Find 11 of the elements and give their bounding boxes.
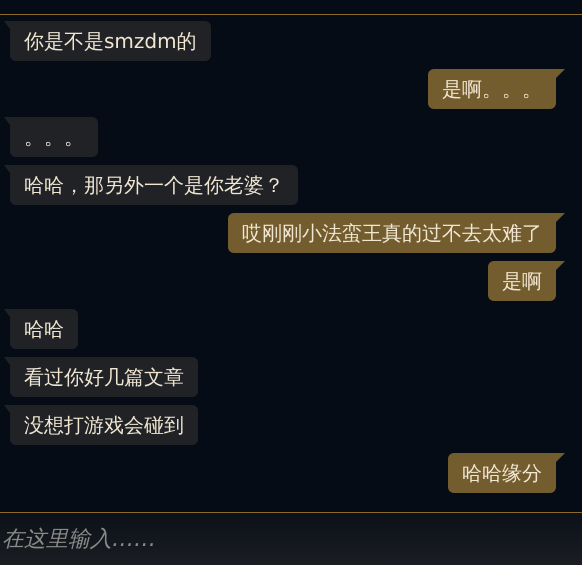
- message-bubble: 哈哈缘分: [448, 453, 565, 493]
- message-bubble: 哎刚刚小法蛮王真的过不去太难了: [228, 213, 565, 253]
- message-bubble: 是啊。。。: [428, 69, 565, 109]
- message-bubble: 没想打游戏会碰到: [4, 405, 198, 445]
- message-bubble: 是啊: [488, 261, 565, 301]
- message-input-field[interactable]: 在这里输入……: [0, 512, 582, 565]
- message-bubble: 哈哈: [4, 309, 78, 349]
- message-bubble: 哈哈，那另外一个是你老婆？: [4, 165, 298, 205]
- message-bubble: 看过你好几篇文章: [4, 357, 198, 397]
- message-bubble: 你是不是smzdm的: [4, 21, 211, 61]
- message-bubble: 。。。: [4, 117, 98, 157]
